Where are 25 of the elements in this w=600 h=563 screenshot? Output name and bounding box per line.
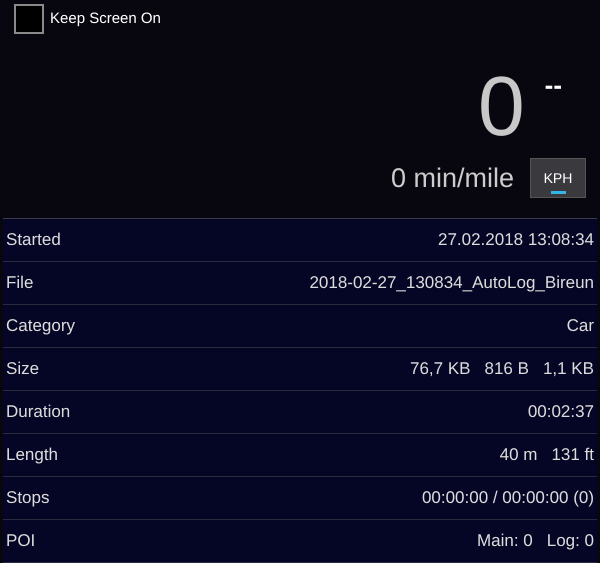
detail-value: 40 m — [500, 444, 538, 466]
detail-value: Log: 0 — [546, 530, 594, 552]
pace-value: 0 min/mile — [390, 162, 514, 195]
detail-label: Started — [6, 229, 61, 252]
detail-value: 00:02:37 — [528, 401, 594, 424]
detail-label: File — [6, 272, 34, 294]
detail-value: Car — [566, 315, 594, 338]
detail-value: 2018-02-27_130834_AutoLog_Bireun — [309, 272, 594, 294]
detail-label: Stops — [6, 487, 50, 510]
detail-value: Main: 0 — [476, 530, 533, 552]
detail-value: 816 B — [484, 358, 529, 380]
detail-label: POI — [6, 530, 36, 552]
detail-label: Category — [6, 315, 75, 338]
detail-value: 131 ft — [551, 444, 594, 466]
keep-screen-on-checkbox[interactable]: Keep Screen On — [14, 4, 586, 34]
detail-label: Size — [6, 358, 40, 380]
speed-value: 0 — [478, 64, 525, 148]
detail-value: 1,1 KB — [542, 358, 594, 380]
unit-toggle-button[interactable]: KPH — [530, 158, 586, 198]
detail-label: Length — [6, 444, 58, 466]
speed-unit: -- — [544, 72, 562, 98]
detail-value: 76,7 KB — [410, 358, 471, 380]
detail-label: Duration — [6, 401, 70, 424]
detail-value: 27.02.2018 13:08:34 — [438, 229, 594, 252]
detail-value: 00:00:00 / 00:00:00 (0) — [422, 487, 594, 510]
